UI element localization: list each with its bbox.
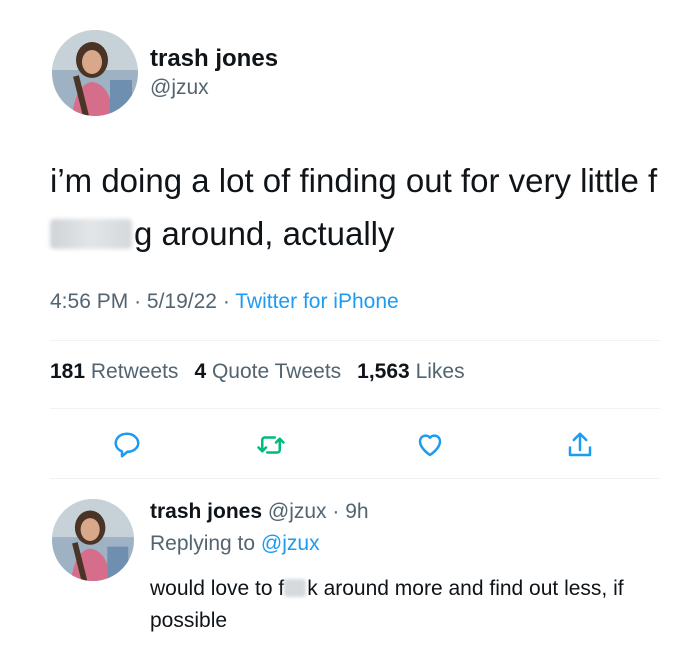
tweet-time[interactable]: 4:56 PM [50, 290, 128, 313]
reply-button[interactable] [107, 425, 147, 465]
divider [50, 408, 660, 409]
like-icon [418, 434, 442, 457]
quote-count: 4 [194, 360, 207, 383]
reply-text-part1: would love to f [150, 577, 285, 600]
reply-author-name[interactable]: trash jones [150, 500, 262, 523]
reply-author-line: trash jones @jzux · 9h [150, 495, 690, 529]
meta-separator: · [326, 500, 346, 523]
replying-to: Replying to @jzux [150, 529, 690, 559]
quote-label: Quote Tweets [211, 360, 342, 383]
quote-tweets-stat[interactable]: 4 Quote Tweets [194, 360, 341, 384]
retweets-label: Retweets [90, 360, 179, 383]
reply-text: would love to fk around more and find ou… [150, 573, 670, 637]
retweets-stat[interactable]: 181 Retweets [50, 360, 178, 384]
divider [50, 478, 660, 479]
like-button[interactable] [410, 425, 450, 465]
reply-author-avatar[interactable] [52, 499, 134, 581]
reply-author-handle[interactable]: @jzux [268, 500, 327, 523]
meta-separator: · [134, 290, 147, 313]
likes-count: 1,563 [357, 360, 410, 383]
divider [50, 340, 660, 341]
reply-icon [114, 432, 140, 458]
retweet-button[interactable] [251, 425, 291, 465]
tweet-source[interactable]: Twitter for iPhone [235, 290, 398, 313]
censor-blur [50, 219, 132, 249]
tweet-date[interactable]: 5/19/22 [147, 290, 217, 313]
replying-to-mention[interactable]: @jzux [261, 532, 320, 555]
author-avatar[interactable] [52, 30, 138, 116]
meta-separator: · [222, 290, 236, 313]
reply-age[interactable]: 9h [345, 500, 368, 523]
tweet-text-part1: i’m doing a lot of finding out for very … [50, 162, 658, 199]
author-name[interactable]: trash jones [150, 44, 278, 74]
likes-stat[interactable]: 1,563 Likes [357, 360, 464, 384]
retweet-icon [257, 436, 285, 454]
author-handle[interactable]: @jzux [150, 74, 278, 102]
tweet-meta: 4:56 PM · 5/19/22 · Twitter for iPhone [50, 290, 399, 314]
tweet-text: i’m doing a lot of finding out for very … [50, 154, 670, 260]
tweet-actions [50, 425, 660, 465]
tweet-stats: 181 Retweets 4 Quote Tweets 1,563 Likes [50, 360, 465, 384]
share-icon [568, 432, 592, 457]
share-button[interactable] [560, 425, 600, 465]
tweet-header: trash jones @jzux [52, 30, 278, 116]
likes-label: Likes [415, 360, 465, 383]
retweets-count: 181 [50, 360, 86, 383]
tweet-text-part2: g around, actually [134, 215, 395, 252]
replying-label: Replying to [150, 532, 256, 555]
censor-blur [284, 579, 307, 597]
